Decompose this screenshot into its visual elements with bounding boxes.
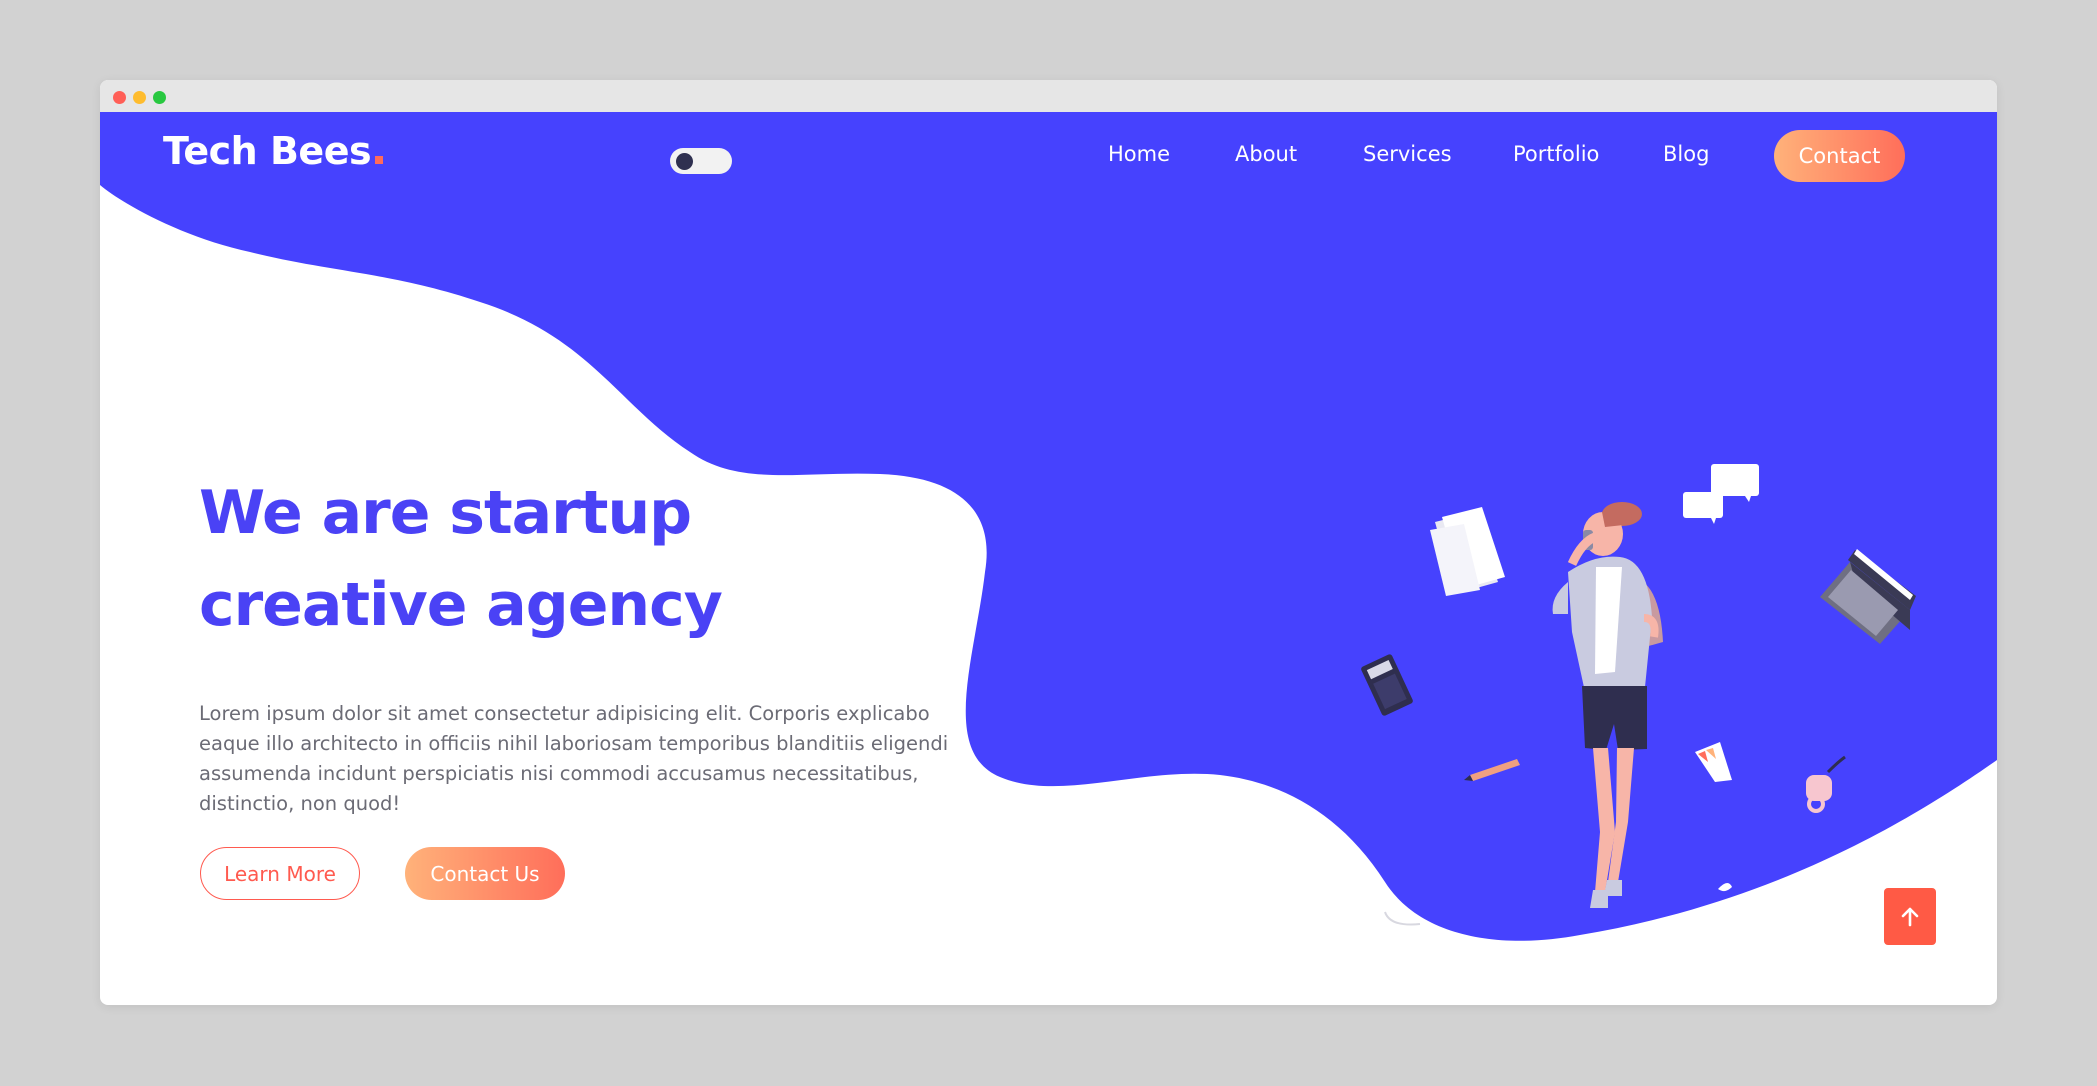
laptop-icon (1820, 549, 1916, 644)
minimize-window-dot[interactable] (133, 91, 146, 104)
hero-title-line-1: We are startup (199, 478, 692, 548)
learn-more-button[interactable]: Learn More (200, 847, 360, 900)
nav-item-blog[interactable]: Blog (1663, 142, 1709, 166)
window-titlebar (100, 80, 1997, 112)
brand-name: Tech Bees (163, 129, 372, 173)
nav-contact-button[interactable]: Contact (1774, 130, 1905, 182)
landing-page: Tech Bees Home About Services Portfolio … (100, 112, 1997, 1005)
person-icon (1552, 502, 1663, 908)
theme-toggle-knob (676, 153, 693, 170)
hero-title-line-2: creative agency (199, 570, 723, 640)
color-swatch-icon (1695, 742, 1732, 782)
squiggle-decoration (1384, 911, 1421, 926)
hero-description: Lorem ipsum dolor sit amet consectetur a… (199, 702, 949, 815)
person-on-phone-illustration (1361, 464, 1916, 926)
nav-item-portfolio[interactable]: Portfolio (1513, 142, 1599, 166)
nav-item-about[interactable]: About (1235, 142, 1297, 166)
nav-item-home[interactable]: Home (1108, 142, 1170, 166)
papers-icon (1430, 507, 1505, 596)
scroll-to-top-button[interactable] (1884, 888, 1936, 945)
theme-toggle[interactable] (670, 148, 732, 174)
calculator-icon (1361, 654, 1413, 716)
pencil-icon (1464, 759, 1520, 781)
chat-bubble-icon (1683, 464, 1759, 524)
maximize-window-dot[interactable] (153, 91, 166, 104)
brand-logo[interactable]: Tech Bees (163, 129, 384, 173)
browser-window: Tech Bees Home About Services Portfolio … (100, 80, 1997, 1005)
arrow-up-icon (1901, 907, 1919, 926)
close-window-dot[interactable] (113, 91, 126, 104)
mug-icon (1806, 755, 1846, 813)
hero-title: We are startup creative agency (199, 467, 899, 651)
logo-dot-icon (375, 156, 384, 164)
contact-us-button[interactable]: Contact Us (405, 847, 565, 900)
leaf-icon (1718, 876, 1812, 892)
nav-item-services[interactable]: Services (1363, 142, 1452, 166)
